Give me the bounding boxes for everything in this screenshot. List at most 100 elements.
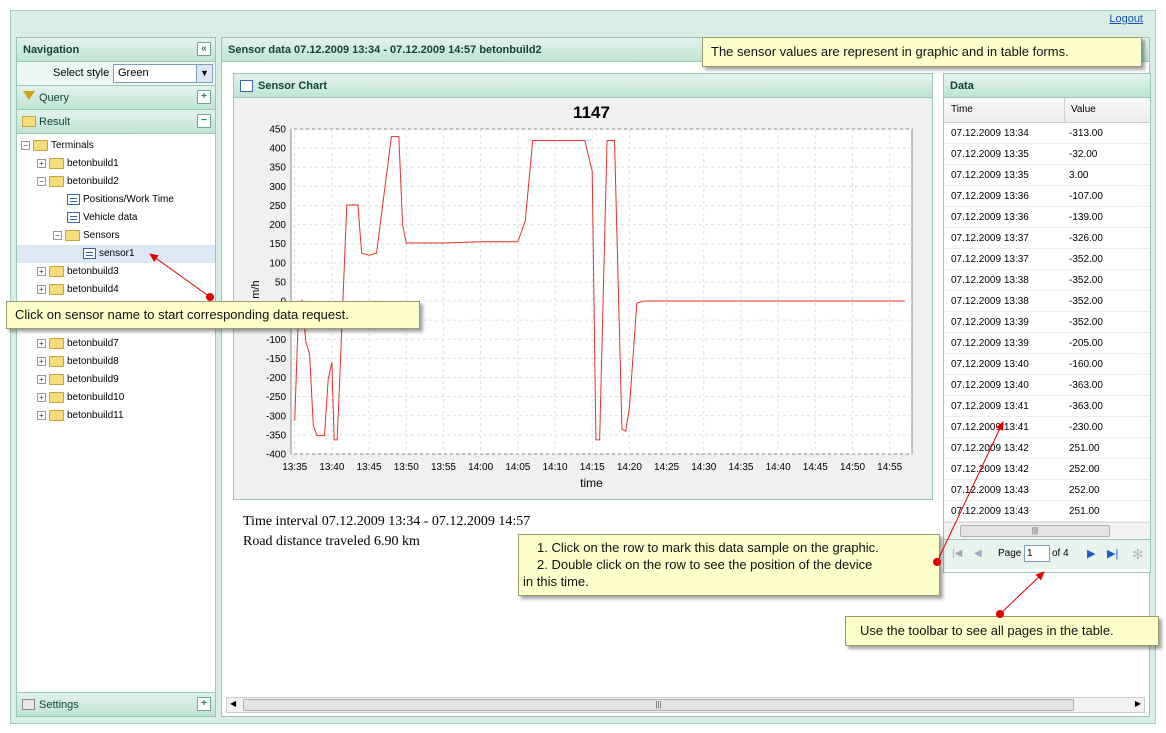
filter-icon — [23, 91, 35, 100]
settings-icon — [22, 699, 35, 710]
prev-page-icon[interactable]: ◀ — [974, 548, 982, 559]
collapse-node-icon[interactable]: − — [21, 140, 30, 150]
expand-node-icon[interactable]: + — [37, 338, 46, 348]
table-row[interactable]: 07.12.2009 13:43 251.00 — [944, 501, 1150, 522]
table-row[interactable]: 07.12.2009 13:38 -352.00 — [944, 270, 1150, 291]
cell-value: -363.00 — [1069, 401, 1103, 412]
sensor-line-chart[interactable]: 1147450400350300250200150100500-50-100-1… — [234, 99, 932, 499]
tree-node-betonbuild1[interactable]: + betonbuild1 — [17, 155, 215, 173]
table-row[interactable]: 07.12.2009 13:41 -363.00 — [944, 396, 1150, 417]
expand-node-icon[interactable]: + — [37, 392, 46, 402]
folder-icon — [49, 175, 64, 187]
folder-icon — [49, 355, 64, 367]
column-header-time[interactable]: Time — [951, 104, 973, 115]
table-row[interactable]: 07.12.2009 13:40 -363.00 — [944, 375, 1150, 396]
tree-node-betonbuild4[interactable]: + betonbuild4 — [17, 281, 215, 299]
callout-row-line3: in this time. — [523, 574, 589, 589]
table-row[interactable]: 07.12.2009 13:40 -160.00 — [944, 354, 1150, 375]
tree-node-betonbuild2[interactable]: − betonbuild2 — [17, 173, 215, 191]
scrollbar-thumb[interactable]: ||| — [960, 525, 1110, 537]
collapse-node-icon[interactable]: − — [37, 176, 46, 186]
tree-node-label: Sensors — [83, 230, 120, 241]
tree-node-betonbuild7[interactable]: + betonbuild7 — [17, 335, 215, 353]
expand-node-icon[interactable]: + — [37, 356, 46, 366]
query-header[interactable]: Query + — [17, 86, 215, 110]
table-row[interactable]: 07.12.2009 13:36 -139.00 — [944, 207, 1150, 228]
tree-node-sensor1[interactable]: sensor1 — [17, 245, 215, 263]
x-tick-label: 13:55 — [431, 462, 456, 473]
query-label: Query — [39, 92, 69, 104]
table-row[interactable]: 07.12.2009 13:42 251.00 — [944, 438, 1150, 459]
column-header-value[interactable]: Value — [1071, 104, 1096, 115]
cell-value: -352.00 — [1069, 275, 1103, 286]
tree-node-label: sensor1 — [99, 248, 135, 259]
cell-time: 07.12.2009 13:43 — [951, 485, 1029, 496]
y-tick-label: 50 — [275, 277, 287, 288]
table-row[interactable]: 07.12.2009 13:35 -32.00 — [944, 144, 1150, 165]
table-row[interactable]: 07.12.2009 13:39 -205.00 — [944, 333, 1150, 354]
tree-node-betonbuild11[interactable]: + betonbuild11 — [17, 407, 215, 425]
refresh-icon[interactable]: ✻ — [1132, 546, 1144, 563]
table-row[interactable]: 07.12.2009 13:34 -313.00 — [944, 123, 1150, 144]
first-page-icon[interactable]: |◀ — [952, 548, 962, 559]
document-icon — [67, 211, 80, 223]
cell-value: -352.00 — [1069, 317, 1103, 328]
page-number-input[interactable] — [1024, 545, 1050, 562]
tree-node-betonbuild10[interactable]: + betonbuild10 — [17, 389, 215, 407]
tree-node-positions[interactable]: Positions/Work Time — [17, 191, 215, 209]
collapse-node-icon[interactable]: − — [53, 230, 62, 240]
main-horizontal-scrollbar[interactable]: ◀ ||| ▶ — [226, 697, 1145, 713]
table-row[interactable]: 07.12.2009 13:37 -352.00 — [944, 249, 1150, 270]
table-row[interactable]: 07.12.2009 13:38 -352.00 — [944, 291, 1150, 312]
x-tick-label: 14:05 — [505, 462, 530, 473]
expand-node-icon[interactable]: + — [37, 374, 46, 384]
expand-node-icon[interactable]: + — [37, 410, 46, 420]
tree-node-vehicle-data[interactable]: Vehicle data — [17, 209, 215, 227]
tree-node-terminals[interactable]: − Terminals — [17, 137, 215, 155]
select-style-dropdown[interactable]: Green ▼ — [113, 64, 213, 83]
x-axis-label: time — [580, 476, 603, 490]
collapse-icon[interactable]: « — [197, 42, 211, 56]
table-row[interactable]: 07.12.2009 13:43 252.00 — [944, 480, 1150, 501]
expand-node-icon[interactable]: + — [37, 266, 46, 276]
cell-time: 07.12.2009 13:41 — [951, 422, 1029, 433]
cell-value: 251.00 — [1069, 506, 1100, 517]
settings-header[interactable]: Settings + — [17, 692, 215, 716]
expand-settings-icon[interactable]: + — [197, 697, 211, 711]
collapse-result-icon[interactable]: − — [197, 114, 211, 128]
expand-node-icon[interactable]: + — [37, 158, 46, 168]
y-tick-label: 200 — [269, 220, 286, 231]
main-scrollbar-thumb[interactable]: ||| — [243, 699, 1074, 711]
table-row[interactable]: 07.12.2009 13:39 -352.00 — [944, 312, 1150, 333]
tree-node-betonbuild3[interactable]: + betonbuild3 — [17, 263, 215, 281]
logout-link[interactable]: Logout — [1109, 13, 1143, 25]
table-row[interactable]: 07.12.2009 13:35 3.00 — [944, 165, 1150, 186]
x-tick-label: 14:55 — [877, 462, 902, 473]
x-tick-label: 14:50 — [840, 462, 865, 473]
page-label: Page — [998, 548, 1022, 559]
tree-node-sensors[interactable]: − Sensors — [17, 227, 215, 245]
chevron-down-icon[interactable]: ▼ — [196, 65, 212, 82]
tree-node-betonbuild9[interactable]: + betonbuild9 — [17, 371, 215, 389]
scroll-left-icon[interactable]: ◀ — [230, 699, 236, 708]
y-tick-label: -200 — [266, 373, 286, 384]
x-tick-label: 13:35 — [282, 462, 307, 473]
tree-node-betonbuild8[interactable]: + betonbuild8 — [17, 353, 215, 371]
table-row[interactable]: 07.12.2009 13:37 -326.00 — [944, 228, 1150, 249]
table-row[interactable]: 07.12.2009 13:41 -230.00 — [944, 417, 1150, 438]
cell-time: 07.12.2009 13:37 — [951, 233, 1029, 244]
folder-icon — [49, 283, 64, 295]
y-tick-label: 350 — [269, 163, 286, 174]
expand-node-icon[interactable]: + — [37, 284, 46, 294]
x-tick-label: 14:45 — [803, 462, 828, 473]
table-row[interactable]: 07.12.2009 13:42 252.00 — [944, 459, 1150, 480]
horizontal-scrollbar[interactable]: ||| — [944, 522, 1150, 539]
table-row[interactable]: 07.12.2009 13:36 -107.00 — [944, 186, 1150, 207]
next-page-icon[interactable]: ▶ — [1087, 547, 1095, 560]
callout-top: The sensor values are represent in graph… — [702, 37, 1142, 67]
expand-query-icon[interactable]: + — [197, 90, 211, 104]
callout-row-line1: 1. Click on the row to mark this data sa… — [537, 540, 879, 555]
scroll-right-icon[interactable]: ▶ — [1135, 699, 1141, 708]
result-header[interactable]: Result − — [17, 110, 215, 134]
last-page-icon[interactable]: ▶| — [1107, 547, 1118, 560]
